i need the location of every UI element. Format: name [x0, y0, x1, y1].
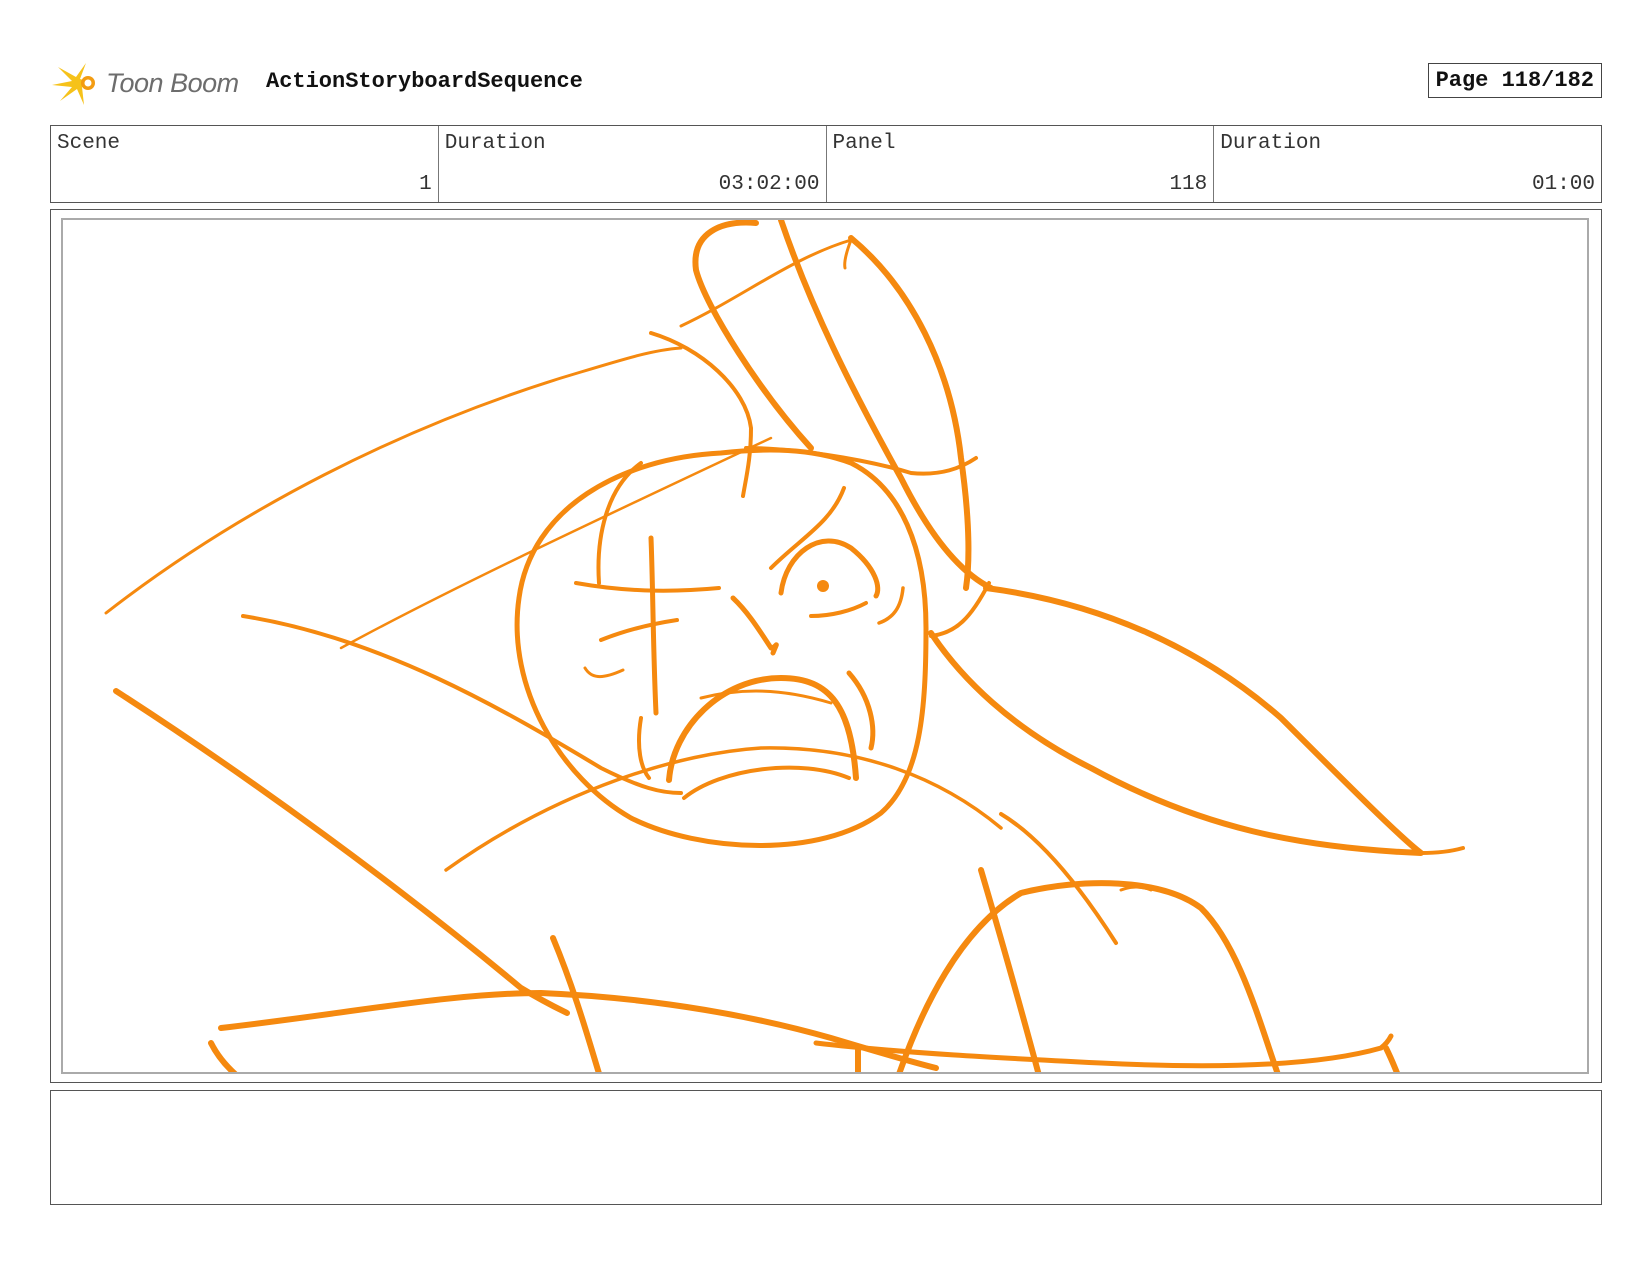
scene-duration-value: 03:02:00: [718, 173, 820, 196]
scene-duration-label: Duration: [444, 132, 546, 155]
sketch-stroke: [999, 812, 1118, 945]
panel-notes-box: [50, 1090, 1602, 1205]
sketch-stroke: [339, 436, 773, 650]
sketch-stroke: [599, 618, 679, 642]
panel-value: 118: [1169, 173, 1208, 196]
sketch-stroke: [1419, 846, 1465, 855]
sketch-stroke: [241, 614, 683, 795]
scene-cell: Scene 1: [51, 126, 439, 202]
storyboard-panel: [50, 209, 1602, 1083]
sketch-stroke: [769, 486, 846, 570]
panel-label: Panel: [832, 132, 896, 155]
project-title: ActionStoryboardSequence: [266, 69, 583, 94]
sketch-stroke: [550, 935, 602, 1072]
toon-boom-logo: Toon Boom: [50, 57, 239, 109]
panel-duration-cell: Duration 01:00: [1214, 126, 1601, 202]
page-indicator: Page 118/182: [1427, 63, 1602, 98]
scene-value: 1: [419, 173, 432, 196]
sketch-stroke: [896, 880, 1281, 1072]
sketch-stroke: [104, 346, 683, 615]
sketch-eye: [817, 580, 829, 592]
panel-duration-label: Duration: [1220, 132, 1322, 155]
sketch-stroke: [682, 765, 851, 800]
panel-image-area: [61, 218, 1589, 1074]
sketch-stroke: [583, 666, 625, 678]
sketch-stroke: [778, 538, 881, 599]
panel-duration-value: 01:00: [1531, 173, 1595, 196]
sketch-stroke: [679, 238, 853, 328]
starburst-logo-icon: [52, 63, 95, 105]
brand-name: Toon Boom: [106, 67, 239, 98]
sketch-stroke: [666, 675, 859, 783]
sketch-stroke: [1119, 885, 1153, 892]
sketch-stroke: [929, 581, 991, 638]
sketch-stroke: [928, 585, 1424, 856]
sketch-stroke: [444, 746, 1003, 872]
page-header: Toon Boom ActionStoryboardSequence Page …: [50, 55, 1602, 111]
sketch-stroke: [877, 586, 905, 625]
sketch-stroke: [514, 447, 929, 848]
scene-label: Scene: [57, 132, 121, 155]
sketch-stroke: [208, 1040, 238, 1072]
panel-info-table: Scene 1 Duration 03:02:00 Panel 118 Dura…: [50, 125, 1602, 203]
sketch-stroke: [113, 688, 570, 1016]
panel-cell: Panel 118: [827, 126, 1215, 202]
sketch-stroke: [1383, 1045, 1400, 1072]
scene-duration-cell: Duration 03:02:00: [439, 126, 827, 202]
sketch-stroke: [809, 601, 868, 618]
sketch-drawing: [104, 220, 1465, 1072]
sketch-stroke: [730, 595, 779, 656]
